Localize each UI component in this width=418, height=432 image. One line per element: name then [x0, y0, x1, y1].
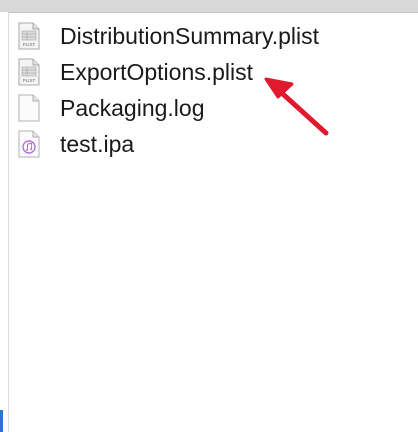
file-row-distribution-summary[interactable]: PLIST DistributionSummary.plist: [18, 18, 408, 54]
svg-text:PLIST: PLIST: [23, 42, 36, 47]
blank-document-icon: [18, 94, 40, 122]
sidebar-edge: [0, 12, 9, 432]
window-top-edge: [0, 0, 418, 13]
file-name: DistributionSummary.plist: [60, 22, 320, 49]
file-row-packaging-log[interactable]: Packaging.log: [18, 90, 408, 126]
file-name: ExportOptions.plist: [60, 58, 254, 85]
file-row-export-options[interactable]: PLIST ExportOptions.plist: [18, 54, 408, 90]
ipa-music-file-icon: [18, 130, 40, 158]
file-name: Packaging.log: [60, 94, 205, 121]
plist-file-icon: PLIST: [18, 22, 40, 50]
selection-indicator: [0, 410, 3, 432]
finder-window: PLIST DistributionSummary.plist PLIST Ex…: [0, 0, 418, 432]
plist-file-icon: PLIST: [18, 58, 40, 86]
file-list: PLIST DistributionSummary.plist PLIST Ex…: [18, 18, 408, 162]
file-row-test-ipa[interactable]: test.ipa: [18, 126, 408, 162]
svg-text:PLIST: PLIST: [23, 78, 36, 83]
file-name: test.ipa: [60, 130, 135, 157]
